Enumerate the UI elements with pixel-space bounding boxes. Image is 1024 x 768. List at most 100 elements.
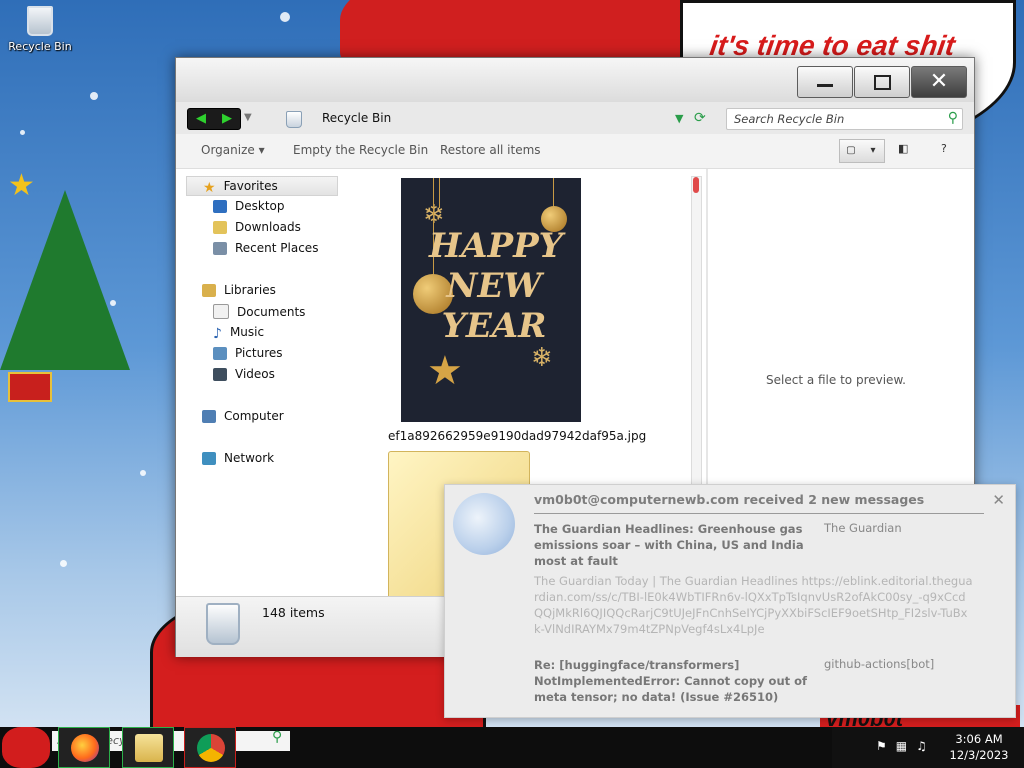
nav-favorites-label: Favorites [223,179,278,193]
snowflake [110,300,116,306]
message-preview: The Guardian Today | The Guardian Headli… [534,574,973,636]
title-bar[interactable]: ✕ [176,58,974,102]
clock-time: 3:06 AM [955,732,1003,746]
navigation-pane: ★ Favorites Desktop Downloads Recent Pla… [176,169,356,596]
empty-recycle-bin-button[interactable]: Empty the Recycle Bin [293,143,428,157]
nav-network[interactable]: Network [202,451,274,465]
close-button[interactable]: ✕ [911,66,967,98]
flag-icon[interactable]: ⚑ [876,739,887,753]
organize-label: Organize [201,143,255,157]
notification-divider [534,513,984,514]
music-icon: ♪ [213,325,222,342]
recent-pages-dropdown[interactable]: ▼ [244,112,252,123]
snowflake-icon: ❄ [531,343,553,373]
start-button[interactable] [2,727,50,768]
nav-favorites[interactable]: ★ Favorites [186,176,338,196]
desktop-recycle-bin[interactable]: Recycle Bin [6,6,74,53]
pictures-icon [213,346,227,360]
search-input[interactable]: Search Recycle Bin ⚲ [726,108,963,130]
nav-network-label: Network [224,451,275,465]
nav-pictures[interactable]: Pictures [213,346,283,360]
recycle-bin-icon [27,6,53,36]
maximize-icon [873,74,891,90]
recycle-bin-icon [206,603,240,645]
minimize-icon [817,83,833,87]
desktop-recycle-bin-label: Recycle Bin [8,40,72,53]
search-placeholder: Search Recycle Bin [734,112,845,126]
nav-videos[interactable]: Videos [213,367,275,381]
chrome-icon [197,734,225,762]
forward-arrow-icon[interactable]: ▶ [214,109,240,129]
clock-date: 12/3/2023 [949,748,1009,762]
wallpaper-tree [0,190,130,370]
address-dropdown-icon[interactable]: ▼ [675,112,683,125]
nav-music[interactable]: ♪ Music [213,325,265,342]
nav-videos-label: Videos [235,367,275,381]
scrollbar-thumb[interactable] [693,177,699,193]
recycle-bin-icon [286,111,302,128]
ornament-string [553,178,554,208]
view-icon: ▢ [846,145,856,156]
nav-recent-label: Recent Places [235,241,319,255]
taskbar-firefox[interactable] [58,727,110,768]
videos-icon [213,367,227,381]
address-path[interactable]: Recycle Bin [322,111,391,125]
close-icon[interactable]: ✕ [992,491,1005,509]
nav-libraries[interactable]: Libraries [202,283,276,297]
computer-icon [202,409,216,423]
nav-desktop-label: Desktop [235,199,285,213]
nav-desktop[interactable]: Desktop [213,199,285,213]
volume-icon[interactable]: ♫ [916,739,927,753]
firefox-icon [71,734,99,762]
mail-notification[interactable]: vm0b0t@computernewb.com received 2 new m… [444,484,1016,718]
nav-recent-places[interactable]: Recent Places [213,241,318,255]
command-bar: Organize ▾ Empty the Recycle Bin Restore… [176,134,974,169]
close-icon: ✕ [929,69,949,94]
maximize-button[interactable] [854,66,910,98]
taskbar-file-explorer[interactable] [122,727,174,768]
snowflake [280,12,290,22]
message-subject[interactable]: The Guardian Headlines: Greenhouse gas e… [534,521,814,569]
organize-button[interactable]: Organize ▾ [201,143,265,157]
minimize-button[interactable] [797,66,853,98]
search-icon[interactable]: ⚲ [272,729,282,745]
downloads-icon [213,220,227,234]
nav-downloads[interactable]: Downloads [213,220,301,234]
message-sender: The Guardian [824,521,902,535]
item-count: 148 items [262,605,325,620]
star-icon: ★ [427,348,463,394]
nav-documents[interactable]: Documents [213,304,305,319]
star-icon: ★ [203,179,216,196]
thunderbird-icon [453,493,515,555]
snowflake [60,560,67,567]
nav-buttons: ◀ ▶ [187,108,241,130]
nav-pictures-label: Pictures [235,346,283,360]
recent-places-icon [213,241,227,255]
back-arrow-icon[interactable]: ◀ [188,109,214,129]
nav-music-label: Music [229,325,265,339]
change-view-button[interactable]: ▢ ▾ [839,139,885,163]
chevron-down-icon[interactable]: ▾ [862,140,884,162]
thumbnail-text: HAPPY NEW YEAR [429,226,563,346]
taskbar-chrome[interactable] [184,727,236,768]
snowflake [90,92,98,100]
help-button[interactable]: ? [941,142,947,155]
nav-libraries-label: Libraries [224,283,276,297]
tray-clock[interactable]: 3:06 AM 12/3/2023 [944,731,1014,763]
file-thumbnail[interactable]: ❄ HAPPY NEW YEAR ★ ❄ [401,178,581,422]
refresh-icon[interactable]: ⟳ [694,110,706,126]
address-bar-row: ◀ ▶ ▼ Recycle Bin ▼ ⟳ Search Recycle Bin… [176,102,974,134]
nav-computer[interactable]: Computer [202,409,284,423]
search-icon[interactable]: ⚲ [948,110,958,126]
nav-downloads-label: Downloads [235,220,301,234]
file-name[interactable]: ef1a892662959e9190dad97942daf95a.jpg [388,429,646,443]
preview-pane-button[interactable]: ◧ [898,142,908,155]
taskbar: Search Recy ⚲ ⚑ ▦ ♫ 3:06 AM 12/3/2023 [0,727,1024,768]
message-subject[interactable]: Re: [huggingface/transformers] NotImplem… [534,657,814,705]
documents-icon [213,304,229,319]
wallpaper-gift [8,372,52,402]
tray-icons: ⚑ ▦ ♫ [876,739,927,753]
restore-all-button[interactable]: Restore all items [440,143,541,157]
network-icon[interactable]: ▦ [896,739,907,753]
nav-documents-label: Documents [237,304,306,319]
